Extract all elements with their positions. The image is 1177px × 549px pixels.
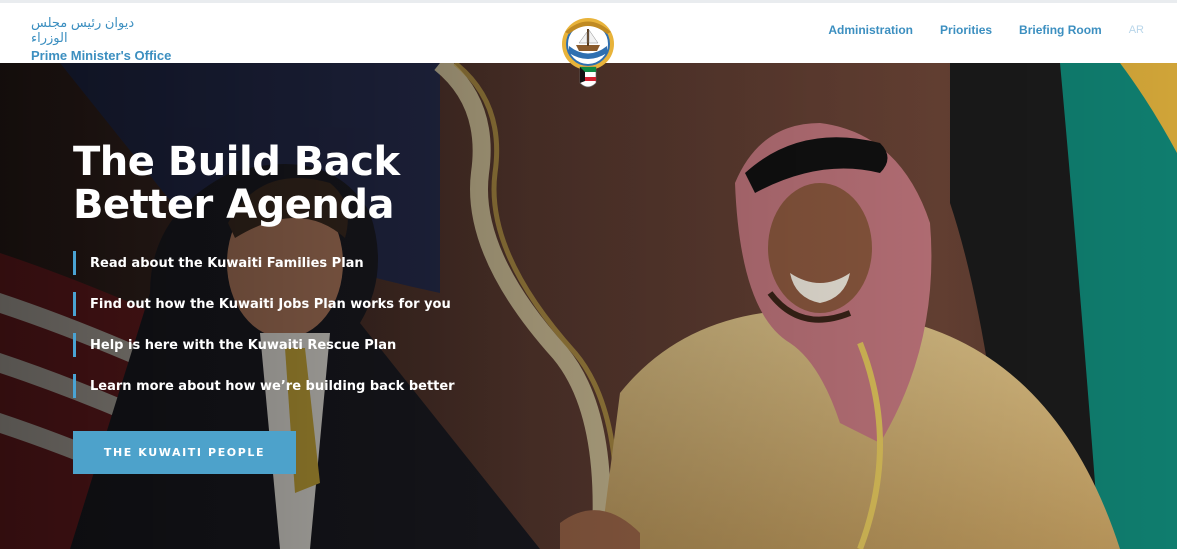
kuwaiti-people-button[interactable]: THE KUWAITI PEOPLE: [73, 431, 296, 474]
nav-language-ar[interactable]: AR: [1129, 24, 1144, 36]
build-back-better-link[interactable]: Learn more about how we’re building back…: [90, 379, 455, 394]
rescue-plan-link[interactable]: Help is here with the Kuwaiti Rescue Pla…: [90, 338, 396, 353]
brand-english-name: Prime Minister's Office: [31, 48, 172, 63]
hero-section: The Build Back Better Agenda Read about …: [0, 63, 1177, 549]
list-item: Help is here with the Kuwaiti Rescue Pla…: [73, 333, 455, 357]
families-plan-link[interactable]: Read about the Kuwaiti Families Plan: [90, 256, 364, 271]
brand-link[interactable]: ديوان رئيس مجلس الوزراء Prime Minister's…: [31, 15, 171, 64]
list-item: Learn more about how we’re building back…: [73, 374, 455, 398]
nav-briefing-room[interactable]: Briefing Room: [1019, 23, 1102, 37]
state-emblem-icon[interactable]: [557, 17, 619, 91]
site-header: ديوان رئيس مجلس الوزراء Prime Minister's…: [0, 3, 1177, 88]
hero-title: The Build Back Better Agenda: [73, 139, 400, 228]
brand-arabic-name: ديوان رئيس مجلس الوزراء: [31, 15, 135, 45]
nav-administration[interactable]: Administration: [828, 23, 913, 37]
hero-link-list: Read about the Kuwaiti Families Plan Fin…: [73, 251, 455, 415]
list-item: Find out how the Kuwaiti Jobs Plan works…: [73, 292, 455, 316]
main-nav: Administration Priorities Briefing Room …: [828, 23, 1144, 37]
nav-priorities[interactable]: Priorities: [940, 23, 992, 37]
jobs-plan-link[interactable]: Find out how the Kuwaiti Jobs Plan works…: [90, 297, 451, 312]
list-item: Read about the Kuwaiti Families Plan: [73, 251, 455, 275]
